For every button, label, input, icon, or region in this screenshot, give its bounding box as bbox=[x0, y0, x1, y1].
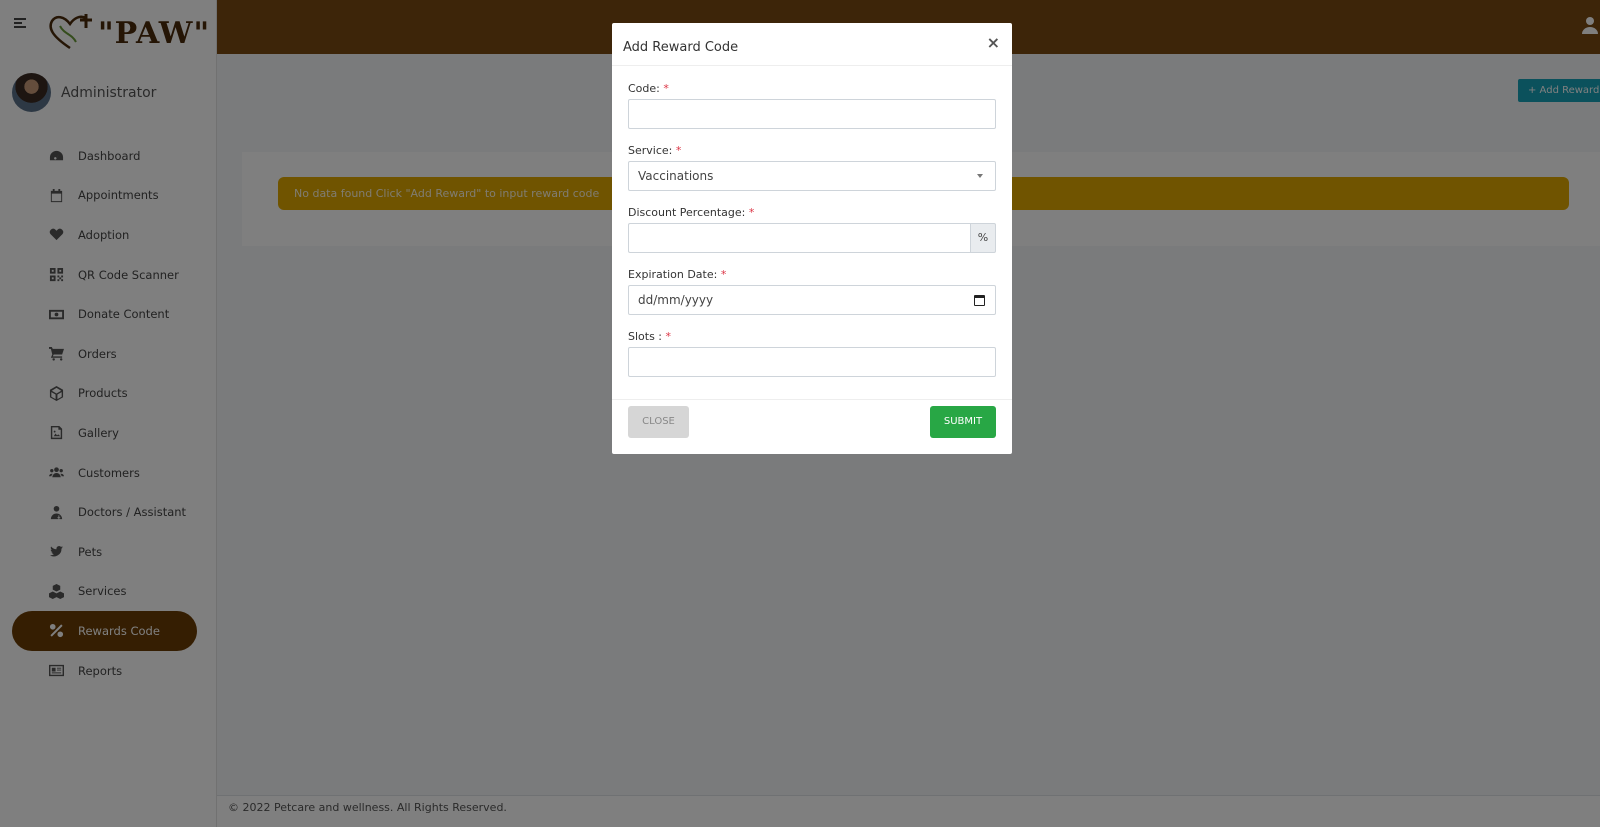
slots-input[interactable] bbox=[628, 347, 996, 377]
service-label: Service: * bbox=[628, 144, 996, 157]
required-mark: * bbox=[720, 268, 727, 281]
modal-title: Add Reward Code bbox=[623, 40, 739, 55]
expiration-label-text: Expiration Date: bbox=[628, 268, 718, 281]
slots-label: Slots : * bbox=[628, 330, 996, 343]
code-group: Code: * bbox=[628, 82, 996, 129]
code-input[interactable] bbox=[628, 99, 996, 129]
modal-header: Add Reward Code × bbox=[612, 23, 1012, 66]
close-button[interactable]: CLOSE bbox=[628, 406, 689, 438]
caret-down-icon bbox=[977, 174, 983, 178]
calendar-picker-icon[interactable] bbox=[974, 295, 985, 306]
service-label-text: Service: bbox=[628, 144, 673, 157]
code-label-text: Code: bbox=[628, 82, 660, 95]
required-mark: * bbox=[675, 144, 682, 157]
discount-label-text: Discount Percentage: bbox=[628, 206, 746, 219]
close-icon[interactable]: × bbox=[987, 33, 1000, 52]
modal-footer: CLOSE SUBMIT bbox=[612, 399, 1012, 454]
required-mark: * bbox=[663, 82, 669, 95]
modal-body: Code: * Service: * Vaccinations Discount… bbox=[612, 66, 1012, 377]
percent-addon: % bbox=[970, 223, 996, 253]
service-selected-value: Vaccinations bbox=[638, 169, 714, 183]
slots-group: Slots : * bbox=[628, 330, 996, 377]
required-mark: * bbox=[665, 330, 672, 343]
code-label: Code: * bbox=[628, 82, 996, 95]
service-group: Service: * Vaccinations bbox=[628, 144, 996, 191]
required-mark: * bbox=[748, 206, 755, 219]
slots-label-text: Slots : bbox=[628, 330, 663, 343]
date-placeholder: dd/mm/yyyy bbox=[638, 293, 714, 307]
submit-button[interactable]: SUBMIT bbox=[930, 406, 996, 438]
expiration-group: Expiration Date: * dd/mm/yyyy bbox=[628, 268, 996, 315]
add-reward-modal: Add Reward Code × Code: * Service: * Vac… bbox=[612, 23, 1012, 454]
discount-label: Discount Percentage: * bbox=[628, 206, 996, 219]
discount-group: Discount Percentage: * % bbox=[628, 206, 996, 253]
discount-input-group: % bbox=[628, 223, 996, 253]
service-select[interactable]: Vaccinations bbox=[628, 161, 996, 191]
expiration-label: Expiration Date: * bbox=[628, 268, 996, 281]
expiration-date-input[interactable]: dd/mm/yyyy bbox=[628, 285, 996, 315]
discount-input[interactable] bbox=[628, 223, 970, 253]
